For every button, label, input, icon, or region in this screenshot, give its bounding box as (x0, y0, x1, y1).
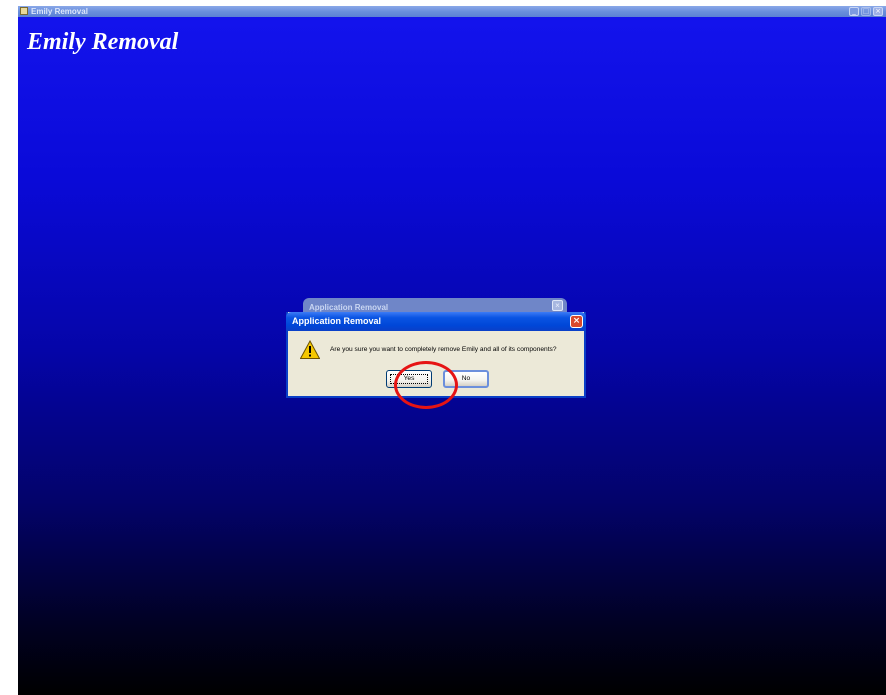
app-icon (20, 7, 28, 15)
window-titlebar[interactable]: Emily Removal _ □ × (18, 6, 886, 17)
warning-icon (300, 340, 320, 359)
background-dialog-close-button[interactable]: × (552, 300, 563, 311)
minimize-button[interactable]: _ (849, 7, 859, 16)
app-heading: Emily Removal (27, 29, 179, 55)
dialog-title: Application Removal (292, 316, 382, 326)
maximize-button[interactable]: □ (861, 7, 871, 16)
dialog-close-button[interactable]: × (570, 315, 583, 328)
dialog-titlebar[interactable]: Application Removal × (286, 312, 586, 331)
window-title: Emily Removal (31, 7, 88, 16)
dialog-message: Are you sure you want to completely remo… (330, 346, 557, 353)
no-button-label: No (461, 375, 471, 382)
annotation-circle (394, 361, 458, 409)
close-button[interactable]: × (873, 7, 883, 16)
